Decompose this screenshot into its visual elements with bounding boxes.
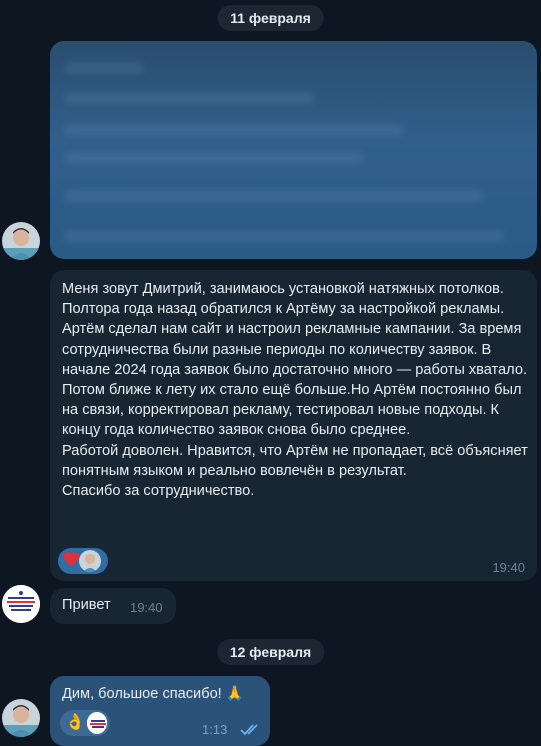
double-check-icon xyxy=(240,723,262,742)
heart-icon xyxy=(61,549,81,574)
message-time: 1:13 xyxy=(202,722,228,737)
message-time: 19:40 xyxy=(492,560,525,575)
sender-avatar[interactable] xyxy=(2,222,40,260)
message-text: Дим, большое спасибо! 🙏 xyxy=(62,686,244,702)
message-bubble[interactable]: Меня зовут Дмитрий, занимаюсь установкой… xyxy=(50,270,537,581)
outgoing-message-bubble[interactable]: Дим, большое спасибо! 🙏 👌 1:13 xyxy=(50,676,270,746)
ok-hand-icon: 👌 xyxy=(65,714,85,731)
date-separator: 12 февраля xyxy=(216,639,325,665)
message-bubble[interactable]: Привет 19:40 xyxy=(50,588,176,624)
date-label: 11 февраля xyxy=(230,10,311,26)
sender-avatar[interactable] xyxy=(2,699,40,737)
message-time: 19:40 xyxy=(130,600,163,615)
reactor-avatar xyxy=(79,550,101,572)
reaction-badge[interactable]: 👌 xyxy=(60,710,110,736)
reactor-avatar xyxy=(86,712,107,734)
reaction-badge[interactable] xyxy=(58,548,108,574)
message-text: Меня зовут Дмитрий, занимаюсь установкой… xyxy=(62,281,528,500)
blurred-message-bubble[interactable] xyxy=(50,41,537,259)
sender-avatar-logo[interactable] xyxy=(2,585,40,623)
date-label: 12 февраля xyxy=(229,644,312,660)
date-separator: 11 февраля xyxy=(217,5,324,31)
message-text: Привет xyxy=(62,597,111,613)
